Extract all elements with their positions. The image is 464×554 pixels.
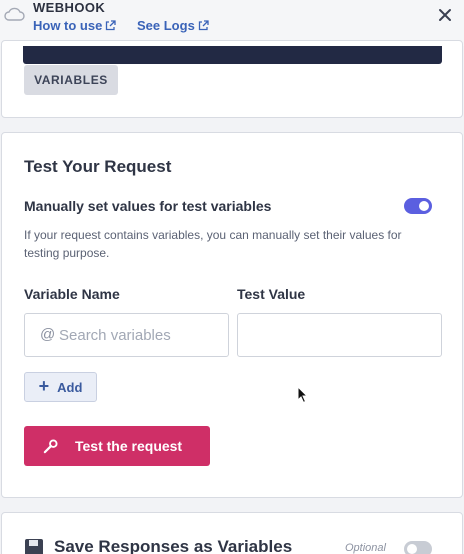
close-icon[interactable] — [438, 8, 452, 22]
plus-icon: + — [38, 376, 50, 396]
how-to-use-label: How to use — [33, 18, 103, 33]
floppy-disk-icon — [25, 539, 43, 554]
variable-name-label: Variable Name — [24, 286, 120, 302]
add-variable-button[interactable]: + Add — [24, 372, 97, 402]
external-link-icon — [106, 20, 116, 31]
save-responses-toggle[interactable] — [404, 541, 432, 554]
wrench-icon — [43, 438, 58, 453]
how-to-use-link[interactable]: How to use — [33, 18, 116, 33]
mouse-cursor-icon — [297, 386, 309, 404]
test-section-title: Test Your Request — [24, 157, 172, 176]
toggle-knob — [407, 544, 417, 554]
external-link-icon — [198, 20, 209, 31]
test-value-input[interactable] — [237, 313, 442, 357]
cloud-icon — [4, 7, 25, 21]
see-logs-label: See Logs — [137, 18, 195, 33]
save-responses-title: Save Responses as Variables — [54, 537, 293, 554]
optional-label: Optional — [345, 542, 386, 554]
manual-values-label: Manually set values for test variables — [24, 198, 272, 214]
at-sign-icon: @ — [40, 326, 56, 343]
test-value-label: Test Value — [237, 286, 306, 302]
page-title: WEBHOOK — [33, 0, 106, 15]
add-label: Add — [57, 379, 83, 395]
see-logs-link[interactable]: See Logs — [137, 18, 209, 33]
variables-button[interactable]: VARIABLES — [24, 65, 118, 95]
help-text: If your request contains variables, you … — [24, 228, 402, 260]
code-editor-bottom — [23, 46, 442, 64]
manual-values-toggle[interactable] — [404, 198, 432, 214]
test-button-label: Test the request — [75, 438, 183, 454]
toggle-knob — [419, 201, 429, 211]
test-request-button[interactable]: Test the request — [24, 426, 210, 466]
